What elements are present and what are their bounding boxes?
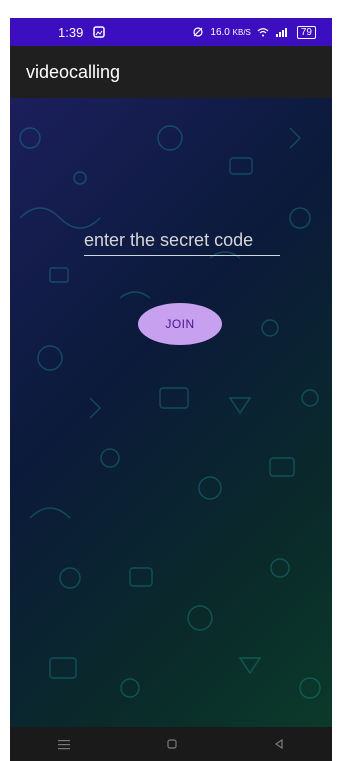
battery-level: 79 bbox=[300, 26, 312, 38]
home-icon[interactable] bbox=[166, 738, 178, 750]
net-speed: 16.0 KB/S bbox=[210, 27, 250, 38]
app-bar: videocalling bbox=[10, 46, 332, 98]
signal-icon bbox=[275, 26, 291, 38]
doodle-background bbox=[19, 125, 321, 699]
status-right: 16.0 KB/S 79 bbox=[192, 25, 316, 39]
status-bar: 1:39 16.0 KB/S 79 bbox=[10, 18, 332, 46]
menu-icon[interactable] bbox=[57, 738, 71, 750]
join-button[interactable]: JOIN bbox=[138, 303, 222, 345]
secret-code-field-wrapper bbox=[84, 226, 280, 256]
status-time: 1:39 bbox=[58, 24, 84, 40]
phone-screen: 1:39 16.0 KB/S 79 videocalling enter the… bbox=[0, 0, 342, 761]
wifi-icon bbox=[257, 26, 269, 38]
secret-code-input[interactable] bbox=[84, 226, 280, 256]
net-speed-unit: KB/S bbox=[232, 27, 251, 37]
back-icon[interactable] bbox=[273, 738, 285, 750]
mute-icon bbox=[192, 26, 204, 38]
net-speed-value: 16.0 bbox=[210, 26, 230, 38]
system-nav-bar bbox=[10, 727, 332, 761]
app-title: videocalling bbox=[26, 61, 121, 82]
status-left: 1:39 bbox=[58, 24, 106, 40]
battery-indicator: 79 bbox=[296, 25, 316, 39]
main-content: JOIN bbox=[10, 98, 332, 727]
gallery-icon bbox=[93, 26, 106, 38]
